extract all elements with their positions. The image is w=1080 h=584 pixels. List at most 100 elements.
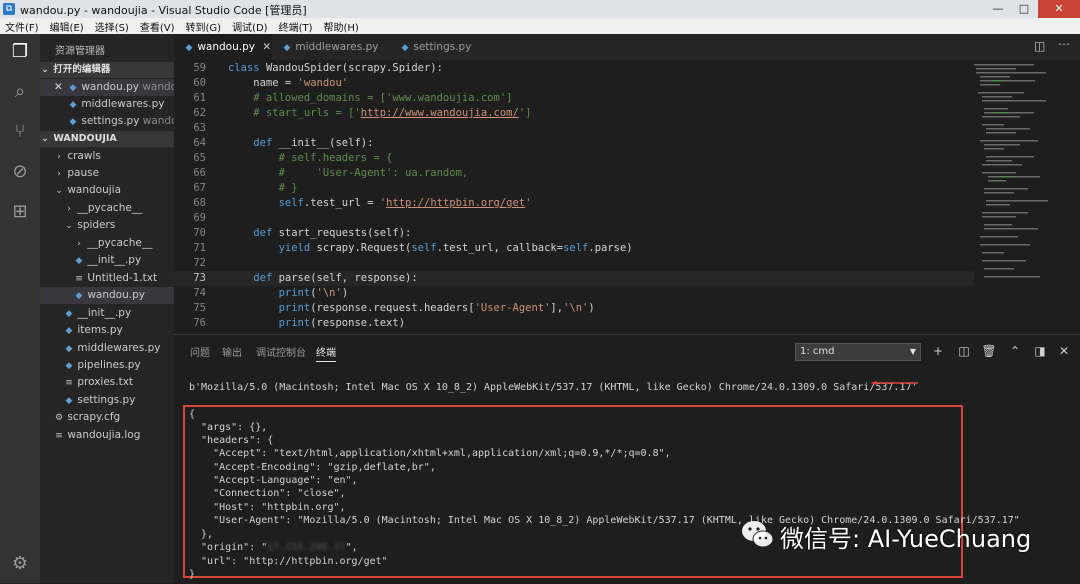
close-icon[interactable]: ✕ <box>262 41 271 53</box>
tree-item-pause[interactable]: › pause <box>40 165 174 182</box>
code-line: 61 # allowed_domains = ['www.wandoujia.c… <box>193 92 513 104</box>
code-line: 75 print(response.request.headers['User-… <box>193 302 595 314</box>
code-line: 64 def __init__(self): <box>193 137 374 149</box>
menu-file[interactable]: 文件(F) <box>0 18 45 34</box>
tab-middlewares[interactable]: ◆ middlewares.py <box>272 34 390 60</box>
chevron-right-icon: › <box>77 239 81 249</box>
tab-terminal[interactable]: 终端 <box>316 344 336 362</box>
blurred-ip: 17.155.206.37 <box>267 542 346 553</box>
source-control-icon[interactable]: ⑂ <box>8 120 32 144</box>
window-title: wandou.py - wandoujia - Visual Studio Co… <box>20 4 307 17</box>
code-line: 62 # start_urls = ['http://www.wandoujia… <box>193 107 532 119</box>
code-line: 68 self.test_url = 'http://httpbin.org/g… <box>193 197 532 209</box>
terminal-json-origin-line: "origin": "17.155.206.37", <box>189 542 358 553</box>
python-file-icon: ◆ <box>185 43 193 53</box>
tree-item-spiders-pycache[interactable]: › __pycache__ <box>40 235 174 252</box>
python-file-icon: ◆ <box>65 344 73 354</box>
tree-item-spiders[interactable]: ⌄ spiders <box>40 217 174 234</box>
explorer-header: 资源管理器 <box>55 46 105 57</box>
tree-item-spiders-init[interactable]: ◆ __init__.py <box>40 252 174 269</box>
split-terminal-icon[interactable]: ◫ <box>956 343 972 359</box>
split-editor-icon[interactable]: ◫ <box>1034 39 1045 53</box>
tree-item-pycache[interactable]: › __pycache__ <box>40 200 174 217</box>
python-file-icon: ◆ <box>65 326 73 336</box>
python-file-icon: ◆ <box>69 100 77 110</box>
tree-item-init[interactable]: ◆ __init__.py <box>40 305 174 322</box>
terminal-json-line: "Accept": "text/html,application/xhtml+x… <box>189 448 671 459</box>
code-line: 60 name = 'wandou' <box>193 77 349 89</box>
title-bar: ⧉ wandou.py - wandoujia - Visual Studio … <box>0 0 1080 18</box>
project-section[interactable]: ⌄ WANDOUJIA <box>40 131 174 147</box>
tree-item-settings[interactable]: ◆ settings.py <box>40 392 174 409</box>
extensions-icon[interactable]: ⊞ <box>8 200 32 224</box>
chevron-down-icon: ⌄ <box>41 134 49 144</box>
tab-output[interactable]: 输出 <box>222 344 242 359</box>
open-editor-settings[interactable]: ◆ settings.py wando... <box>40 113 174 130</box>
open-editor-wandou[interactable]: ✕◆ wandou.py wando... <box>40 79 174 96</box>
red-arrow-annotation <box>870 381 918 385</box>
python-file-icon: ◆ <box>75 291 83 301</box>
explorer-sidebar: 资源管理器 ⌄ 打开的编辑器 ✕◆ wandou.py wando... ◆ m… <box>40 34 174 583</box>
terminal-json-line: "Accept-Language": "en", <box>189 475 358 486</box>
tree-item-scrapy-cfg[interactable]: ⚙ scrapy.cfg <box>40 409 174 426</box>
tree-item-log[interactable]: ≡ wandoujia.log <box>40 427 174 444</box>
maximize-button[interactable]: □ <box>1012 0 1036 18</box>
terminal-select[interactable]: 1: cmd ▼ <box>795 343 921 361</box>
wechat-watermark: 微信号: AI-YueChuang <box>740 515 1070 555</box>
tab-settings[interactable]: ◆ settings.py <box>390 34 500 60</box>
close-icon[interactable]: ✕ <box>54 79 68 96</box>
menu-terminal[interactable]: 终端(T) <box>274 18 319 34</box>
vscode-logo-icon: ⧉ <box>3 3 15 15</box>
terminal-json-line: { <box>189 409 196 420</box>
tab-debug-console[interactable]: 调试控制台 <box>256 344 306 359</box>
terminal-json-line: "Accept-Encoding": "gzip,deflate,br", <box>189 462 436 473</box>
code-line-current: 73 def parse(self, response): <box>174 271 974 286</box>
python-file-icon: ◆ <box>75 256 83 266</box>
watermark-text: 微信号: AI-YueChuang <box>780 525 1032 553</box>
open-editor-middlewares[interactable]: ◆ middlewares.py <box>40 96 174 113</box>
menu-edit[interactable]: 编辑(E) <box>45 18 90 34</box>
code-line: 76 print(response.text) <box>193 317 406 329</box>
menu-debug[interactable]: 调试(D) <box>227 18 274 34</box>
tab-problems[interactable]: 问题 <box>190 344 210 359</box>
tree-item-middlewares[interactable]: ◆ middlewares.py <box>40 340 174 357</box>
chevron-down-icon: ⌄ <box>55 186 63 196</box>
python-file-icon: ◆ <box>65 396 73 406</box>
tree-item-crawls[interactable]: › crawls <box>40 148 174 165</box>
minimize-button[interactable]: — <box>986 0 1010 18</box>
terminal-json-line: "args": {}, <box>189 422 268 433</box>
open-editors-section[interactable]: ⌄ 打开的编辑器 <box>40 62 174 78</box>
tree-item-proxies[interactable]: ≡ proxies.txt <box>40 374 174 391</box>
tree-item-untitled[interactable]: ≡ Untitled-1.txt <box>40 270 174 287</box>
terminal-user-agent-line: b'Mozilla/5.0 (Macintosh; Intel Mac OS X… <box>189 382 918 393</box>
more-actions-icon[interactable]: ⋯ <box>1058 37 1070 51</box>
code-line: 70 def start_requests(self): <box>193 227 412 239</box>
wechat-logo-icon <box>742 521 774 548</box>
python-file-icon: ◆ <box>283 43 291 53</box>
tree-item-wandoujia[interactable]: ⌄ wandoujia <box>40 182 174 199</box>
chevron-up-icon[interactable]: ⌃ <box>1007 343 1023 359</box>
settings-gear-icon[interactable]: ⚙ <box>8 552 32 576</box>
editor-minimap[interactable] <box>972 60 1072 290</box>
new-terminal-icon[interactable]: + <box>930 343 946 359</box>
explorer-icon[interactable]: ❐ <box>8 40 32 64</box>
terminal-json-line: "Host": "httpbin.org", <box>189 502 346 513</box>
text-file-icon: ≡ <box>75 274 83 284</box>
maximize-panel-icon[interactable]: ◨ <box>1032 343 1048 359</box>
code-editor[interactable]: 59 class WandouSpider(scrapy.Spider): 60 … <box>174 60 1080 334</box>
close-window-button[interactable]: ✕ <box>1038 0 1080 18</box>
close-panel-icon[interactable]: ✕ <box>1056 343 1072 359</box>
tab-wandou[interactable]: ◆ wandou.py ✕ <box>174 34 272 60</box>
menu-goto[interactable]: 转到(G) <box>181 18 228 34</box>
menu-selection[interactable]: 选择(S) <box>90 18 135 34</box>
search-icon[interactable]: ⌕ <box>8 80 32 104</box>
debug-icon[interactable]: ⊘ <box>8 160 32 184</box>
menu-view[interactable]: 查看(V) <box>135 18 181 34</box>
chevron-right-icon: › <box>57 152 61 162</box>
tree-item-wandou[interactable]: ◆ wandou.py <box>40 287 174 304</box>
tree-item-items[interactable]: ◆ items.py <box>40 322 174 339</box>
tree-item-pipelines[interactable]: ◆ pipelines.py <box>40 357 174 374</box>
trash-icon[interactable]: 🗑 <box>981 343 997 359</box>
terminal-json-line: "url": "http://httpbin.org/get" <box>189 556 388 567</box>
menu-help[interactable]: 帮助(H) <box>319 18 365 34</box>
